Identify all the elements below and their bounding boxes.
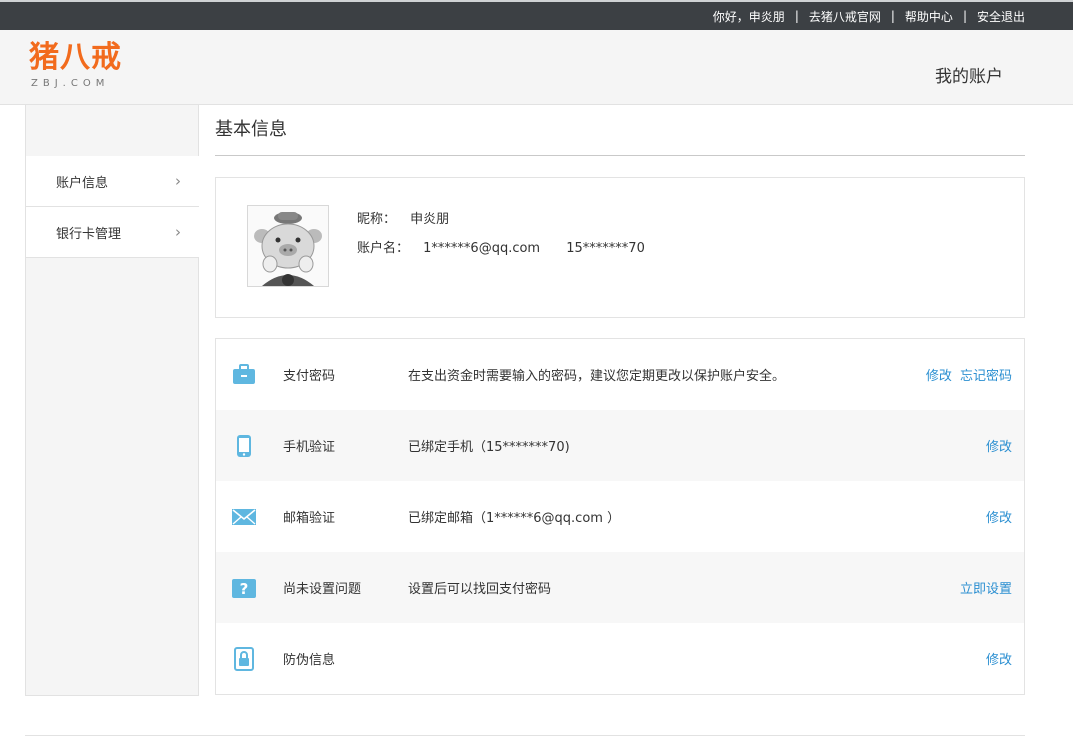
nickname-row: 昵称： 申炎朋 — [357, 208, 449, 227]
modify-pay-password-link[interactable]: 修改 — [926, 369, 952, 384]
security-actions: 修改 — [982, 649, 1012, 668]
logout-link[interactable]: 安全退出 — [977, 8, 1025, 25]
security-actions: 修改 忘记密码 — [922, 365, 1012, 384]
sidebar-item-bank-cards[interactable]: 银行卡管理 › — [26, 207, 199, 258]
envelope-icon — [232, 505, 256, 529]
security-name: 尚未设置问题 — [283, 582, 362, 597]
security-actions: 修改 — [982, 507, 1012, 526]
briefcase-icon — [232, 363, 256, 387]
lock-icon — [232, 646, 256, 671]
security-row-question: ? 尚未设置问题 设置后可以找回支付密码 立即设置 — [216, 552, 1024, 623]
security-desc: 在支出资金时需要输入的密码，建议您定期更改以保护账户安全。 — [408, 369, 786, 384]
account-label: 账户名： — [357, 241, 410, 256]
modify-anti-fraud-link[interactable]: 修改 — [986, 653, 1012, 668]
question-icon: ? — [232, 576, 256, 600]
account-phone: 15*******70 — [566, 241, 645, 256]
sidebar-item-account-info[interactable]: 账户信息 › — [26, 156, 199, 207]
logo[interactable]: 猪八戒 ZBJ.COM — [29, 40, 129, 95]
logo-text: 猪八戒 — [29, 40, 122, 75]
svg-text:?: ? — [240, 580, 249, 598]
main-content: 基本信息 昵称： 申炎朋 账户名： 1******6@qq.com 15****… — [215, 105, 1025, 695]
security-name: 邮箱验证 — [283, 511, 336, 526]
footer-divider — [25, 735, 1025, 736]
forgot-password-link[interactable]: 忘记密码 — [960, 369, 1012, 384]
security-row-email: 邮箱验证 已绑定邮箱（1******6@qq.com ） 修改 — [216, 481, 1024, 552]
chevron-right-icon: › — [175, 223, 181, 241]
security-name: 支付密码 — [283, 369, 336, 384]
security-row-pay-password: 支付密码 在支出资金时需要输入的密码，建议您定期更改以保护账户安全。 修改 忘记… — [216, 339, 1024, 410]
security-list: 支付密码 在支出资金时需要输入的密码，建议您定期更改以保护账户安全。 修改 忘记… — [215, 338, 1025, 695]
security-desc: 设置后可以找回支付密码 — [408, 582, 552, 597]
profile-card: 昵称： 申炎朋 账户名： 1******6@qq.com 15*******70 — [215, 177, 1025, 318]
chevron-right-icon: › — [175, 172, 181, 190]
security-name: 防伪信息 — [283, 653, 336, 668]
security-desc: 已绑定邮箱（1******6@qq.com ） — [408, 511, 621, 526]
security-name: 手机验证 — [283, 440, 336, 455]
nickname-value: 申炎朋 — [410, 212, 450, 227]
page-title: 我的账户 — [935, 67, 1003, 87]
sidebar: 账户信息 › 银行卡管理 › — [25, 105, 199, 696]
mobile-icon — [232, 434, 256, 458]
security-row-anti-fraud: 防伪信息 修改 — [216, 623, 1024, 694]
nickname-label: 昵称： — [357, 212, 397, 227]
sidebar-item-label: 账户信息 — [56, 175, 109, 191]
greeting-text: 你好，申炎朋 — [712, 9, 785, 24]
modify-phone-link[interactable]: 修改 — [986, 440, 1012, 455]
security-actions: 修改 — [982, 436, 1012, 455]
security-actions: 立即设置 — [956, 578, 1012, 597]
help-center-link[interactable]: 帮助中心 — [905, 8, 953, 25]
set-question-link[interactable]: 立即设置 — [960, 582, 1012, 597]
logo-subtext: ZBJ.COM — [31, 78, 110, 89]
pig-avatar-icon — [248, 206, 328, 286]
section-title: 基本信息 — [215, 105, 1025, 156]
modify-email-link[interactable]: 修改 — [986, 511, 1012, 526]
top-links: 你好，申炎朋 | 去猪八戒官网 | 帮助中心 | 安全退出 — [712, 8, 1025, 25]
header: 猪八戒 ZBJ.COM 我的账户 — [0, 30, 1073, 105]
account-email: 1******6@qq.com — [423, 241, 541, 256]
top-bar: 你好，申炎朋 | 去猪八戒官网 | 帮助中心 | 安全退出 — [0, 0, 1073, 30]
avatar[interactable] — [247, 205, 329, 287]
security-row-phone: 手机验证 已绑定手机（15*******70) 修改 — [216, 410, 1024, 481]
security-desc: 已绑定手机（15*******70) — [408, 440, 570, 455]
official-site-link[interactable]: 去猪八戒官网 — [809, 8, 881, 25]
account-row: 账户名： 1******6@qq.com 15*******70 — [357, 237, 645, 256]
sidebar-item-label: 银行卡管理 — [56, 226, 122, 242]
